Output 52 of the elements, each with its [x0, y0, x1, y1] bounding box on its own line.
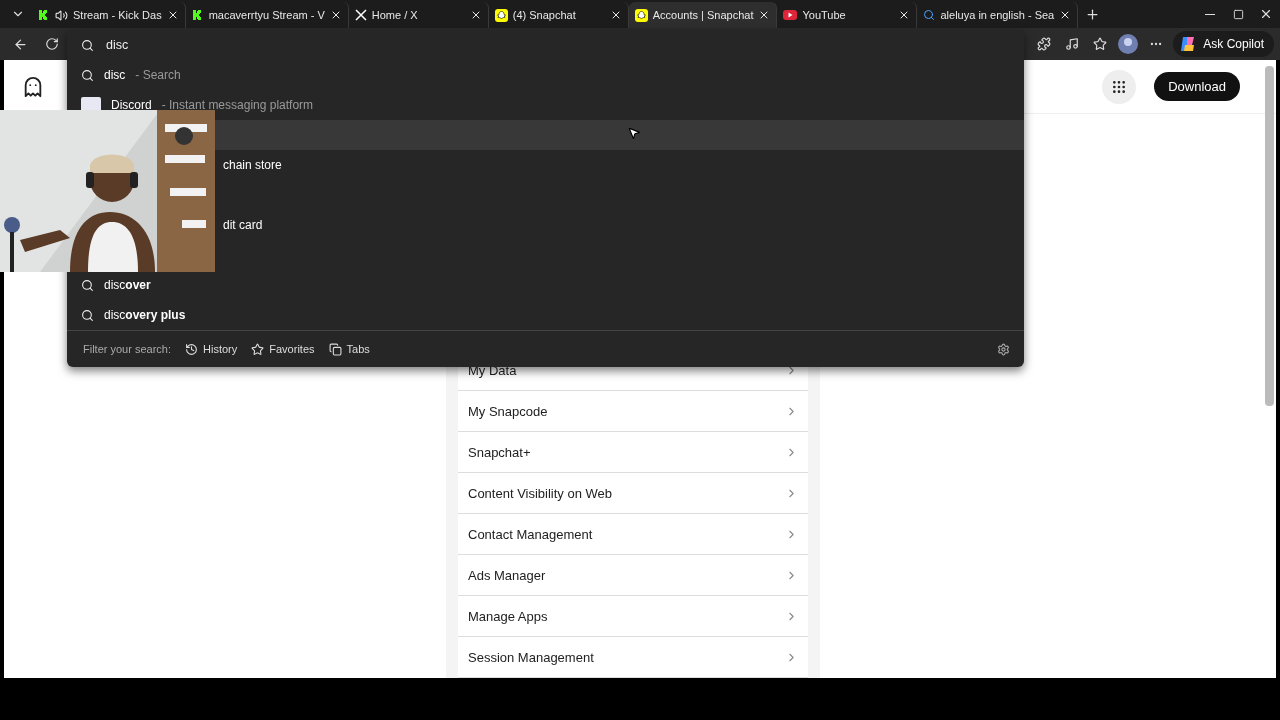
- suggestion-text[interactable]: Discord: [111, 98, 152, 112]
- grid-icon: [1111, 78, 1128, 95]
- menu-item[interactable]: Manage Apps: [458, 596, 808, 637]
- menu-item[interactable]: Contact Management: [458, 514, 808, 555]
- ghost-logo-icon: [494, 8, 508, 22]
- browser-tab[interactable]: Accounts | Snapchat: [628, 2, 778, 28]
- search-icon: [81, 68, 94, 82]
- puzzle-icon: [1037, 37, 1052, 51]
- scrollbar-thumb[interactable]: [1265, 66, 1274, 406]
- suggestion-text[interactable]: chain store: [223, 158, 282, 172]
- play-logo-icon: [783, 10, 798, 20]
- music-note-icon: [1065, 37, 1080, 51]
- search-icon: [81, 278, 94, 292]
- filter-option[interactable]: History: [185, 342, 238, 356]
- filter-label: Filter your search:: [83, 343, 172, 355]
- download-button[interactable]: Download: [1154, 72, 1240, 101]
- restore-icon: [1232, 8, 1244, 20]
- suggestion-text[interactable]: dit card: [223, 218, 263, 232]
- suggestion-detail: - Instant messaging platform: [161, 98, 314, 112]
- menu-item[interactable]: Session Management: [458, 637, 808, 678]
- apps-button[interactable]: [1102, 69, 1137, 104]
- ghost-logo-icon: [634, 8, 648, 22]
- search-icon: [81, 38, 94, 52]
- star-icon: [1093, 37, 1108, 51]
- filter-option[interactable]: Favorites: [251, 342, 315, 356]
- suggestion-detail: - Search: [135, 68, 181, 82]
- copilot-button[interactable]: Ask Copilot: [1173, 31, 1274, 57]
- kick-logo-icon: [38, 9, 50, 21]
- address-field[interactable]: disc: [104, 37, 1024, 53]
- history-icon: [185, 342, 199, 356]
- plus-icon: [1084, 6, 1100, 22]
- x-logo-icon: [354, 9, 367, 21]
- ghost-logo-icon: [22, 75, 44, 98]
- kick-logo-icon: [191, 9, 204, 21]
- suggestion-text[interactable]: discovery plus: [104, 308, 186, 322]
- search-icon: [923, 9, 936, 21]
- menu-item[interactable]: Snapchat+: [458, 432, 808, 473]
- filter-option[interactable]: Tabs: [328, 342, 370, 356]
- close-icon: [1259, 7, 1273, 21]
- avatar-icon[interactable]: [1117, 33, 1140, 55]
- cursor-icon: [627, 126, 641, 140]
- star-icon: [251, 342, 265, 356]
- search-icon: [81, 308, 94, 322]
- tabs-icon: [328, 342, 342, 356]
- settings-icon[interactable]: [997, 342, 1010, 356]
- menu-item[interactable]: Ads Manager: [458, 555, 808, 596]
- menu-item[interactable]: Content Visibility on Web: [458, 473, 808, 514]
- refresh-icon: [45, 37, 59, 51]
- minimize-icon: [1205, 13, 1215, 15]
- menu-item[interactable]: My Snapcode: [458, 391, 808, 432]
- suggestion-text[interactable]: discover: [104, 278, 151, 292]
- suggestion-text[interactable]: disc: [104, 68, 126, 82]
